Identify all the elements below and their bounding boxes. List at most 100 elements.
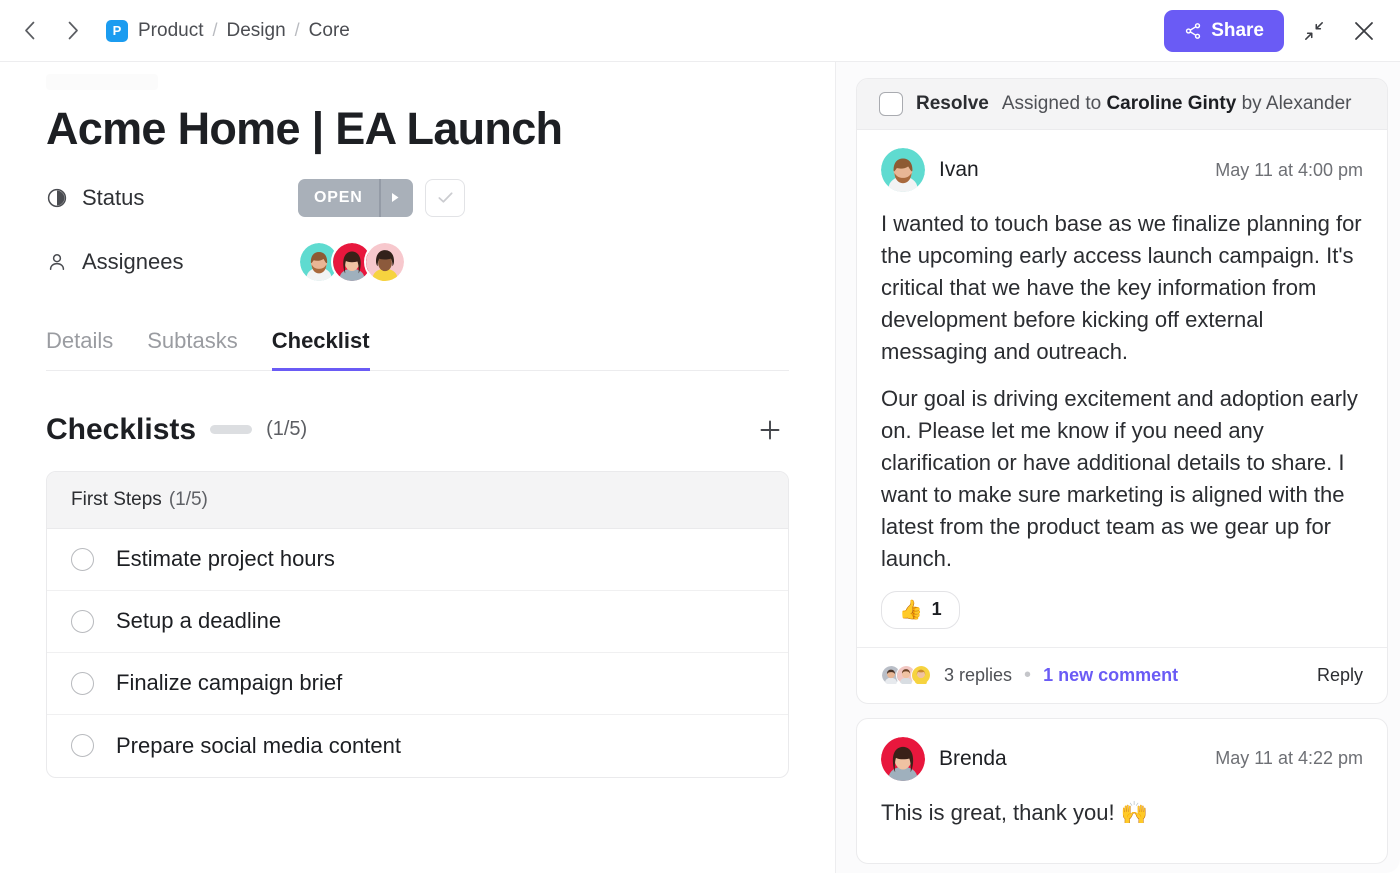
status-caret-icon[interactable] [379, 179, 411, 217]
avatar[interactable] [364, 241, 406, 283]
status-badge[interactable]: OPEN [298, 179, 413, 217]
checklist-group-name: First Steps [71, 489, 162, 511]
reaction-count: 1 [932, 599, 942, 620]
checkbox-circle-icon[interactable] [71, 548, 94, 571]
comment-author: Ivan [939, 158, 979, 182]
avatar [911, 665, 932, 686]
content-area: Acme Home | EA Launch Status OPEN [0, 62, 1400, 873]
chevron-left-icon [24, 21, 35, 40]
status-label-text: Status [82, 185, 144, 211]
share-icon [1184, 22, 1202, 40]
workspace-logo-icon: P [106, 20, 128, 42]
caret-right-icon [391, 192, 400, 203]
breadcrumb-separator: / [212, 20, 217, 41]
checklists-header: Checklists (1/5) [46, 411, 789, 449]
close-icon [1352, 19, 1376, 43]
top-bar: P Product / Design / Core Share [0, 0, 1400, 62]
resolve-bar: Resolve Assigned to Caroline Ginty by Al… [857, 79, 1387, 130]
comment-body: Brenda May 11 at 4:22 pm This is great, … [857, 719, 1387, 863]
status-pie-icon [46, 187, 68, 209]
checklist-group-header[interactable]: First Steps (1/5) [47, 472, 788, 529]
person-icon [46, 251, 68, 273]
comment-header: Brenda May 11 at 4:22 pm [881, 737, 1363, 781]
checklist-item-label: Prepare social media content [116, 733, 401, 759]
assignee-avatar-group[interactable] [298, 241, 406, 283]
avatar-brenda [881, 737, 925, 781]
dot-separator: • [1024, 664, 1031, 687]
top-bar-actions: Share [1164, 10, 1400, 52]
resolve-checkbox[interactable] [879, 92, 903, 116]
checklist-item-label: Finalize campaign brief [116, 670, 342, 696]
status-row: Status OPEN [46, 178, 789, 218]
plus-icon [758, 418, 782, 442]
comment-body: Ivan May 11 at 4:00 pm I wanted to touch… [857, 130, 1387, 647]
comment-paragraph: This is great, thank you! 🙌 [881, 797, 1363, 829]
breadcrumb-item-core[interactable]: Core [309, 20, 350, 42]
status-field-label: Status [46, 185, 298, 211]
chevron-right-icon [68, 21, 79, 40]
status-badge-value: OPEN [298, 179, 379, 217]
reply-button[interactable]: Reply [1317, 665, 1363, 686]
breadcrumb-item-product[interactable]: Product [138, 20, 203, 42]
checklist-item-label: Estimate project hours [116, 546, 335, 572]
check-icon [436, 188, 455, 207]
comment-paragraph: I wanted to touch base as we finalize pl… [881, 208, 1363, 367]
checklists-count: (1/5) [266, 418, 307, 441]
comment-header: Ivan May 11 at 4:00 pm [881, 148, 1363, 192]
loading-placeholder-bar [46, 74, 158, 90]
comment-card: Resolve Assigned to Caroline Ginty by Al… [856, 78, 1388, 704]
tab-details[interactable]: Details [46, 328, 113, 371]
back-button[interactable] [12, 14, 46, 48]
thumbs-up-icon: 👍 [899, 598, 923, 622]
comment-timestamp: May 11 at 4:22 pm [1215, 748, 1363, 769]
checkbox-circle-icon[interactable] [71, 672, 94, 695]
avatar-caroline [366, 243, 404, 281]
assignees-label-text: Assignees [82, 249, 184, 275]
checkbox-circle-icon[interactable] [71, 610, 94, 633]
assigned-to-name: Caroline Ginty [1106, 93, 1236, 114]
checklist-item[interactable]: Finalize campaign brief [47, 653, 788, 715]
breadcrumb: P Product / Design / Core [106, 20, 350, 42]
tab-subtasks[interactable]: Subtasks [147, 328, 238, 371]
reaction-pill[interactable]: 👍 1 [881, 591, 960, 629]
comment-card: Brenda May 11 at 4:22 pm This is great, … [856, 718, 1388, 864]
assignees-row: Assignees [46, 242, 789, 282]
tab-checklist[interactable]: Checklist [272, 328, 370, 371]
checklist-item[interactable]: Estimate project hours [47, 529, 788, 591]
avatar-ivan [881, 148, 925, 192]
comments-pane: Resolve Assigned to Caroline Ginty by Al… [836, 62, 1400, 873]
add-checklist-button[interactable] [751, 411, 789, 449]
task-main-pane: Acme Home | EA Launch Status OPEN [0, 62, 836, 873]
breadcrumb-separator: / [295, 20, 300, 41]
task-tabs: Details Subtasks Checklist [46, 328, 789, 371]
avatar[interactable] [881, 737, 925, 781]
person-icon-svg [47, 252, 67, 272]
checklist-item-label: Setup a deadline [116, 608, 281, 634]
breadcrumb-item-design[interactable]: Design [227, 20, 286, 42]
forward-button[interactable] [56, 14, 90, 48]
page-title: Acme Home | EA Launch [46, 104, 789, 154]
assigned-by-prefix: by [1242, 93, 1262, 114]
comment-author: Brenda [939, 747, 1007, 771]
checklist-group-card: First Steps (1/5) Estimate project hours… [46, 471, 789, 778]
task-detail-window: P Product / Design / Core Share [0, 0, 1400, 873]
avatar[interactable] [881, 148, 925, 192]
nav-arrow-group [0, 14, 90, 48]
resolve-label[interactable]: Resolve [916, 93, 989, 115]
checkbox-circle-icon[interactable] [71, 734, 94, 757]
avatar-reply-3 [912, 666, 930, 684]
status-pie-icon-svg [47, 188, 67, 208]
checklist-item[interactable]: Setup a deadline [47, 591, 788, 653]
collapse-button[interactable] [1294, 11, 1334, 51]
close-button[interactable] [1344, 11, 1384, 51]
checklists-heading: Checklists [46, 413, 196, 447]
share-button-label: Share [1211, 20, 1264, 42]
comment-paragraph: Our goal is driving excitement and adopt… [881, 383, 1363, 574]
mark-complete-button[interactable] [425, 179, 465, 217]
new-comment-link[interactable]: 1 new comment [1043, 665, 1178, 686]
checklist-item[interactable]: Prepare social media content [47, 715, 788, 777]
reply-avatar-group[interactable] [881, 665, 932, 686]
share-button[interactable]: Share [1164, 10, 1284, 52]
comment-timestamp: May 11 at 4:00 pm [1215, 160, 1363, 181]
replies-count[interactable]: 3 replies [944, 665, 1012, 686]
